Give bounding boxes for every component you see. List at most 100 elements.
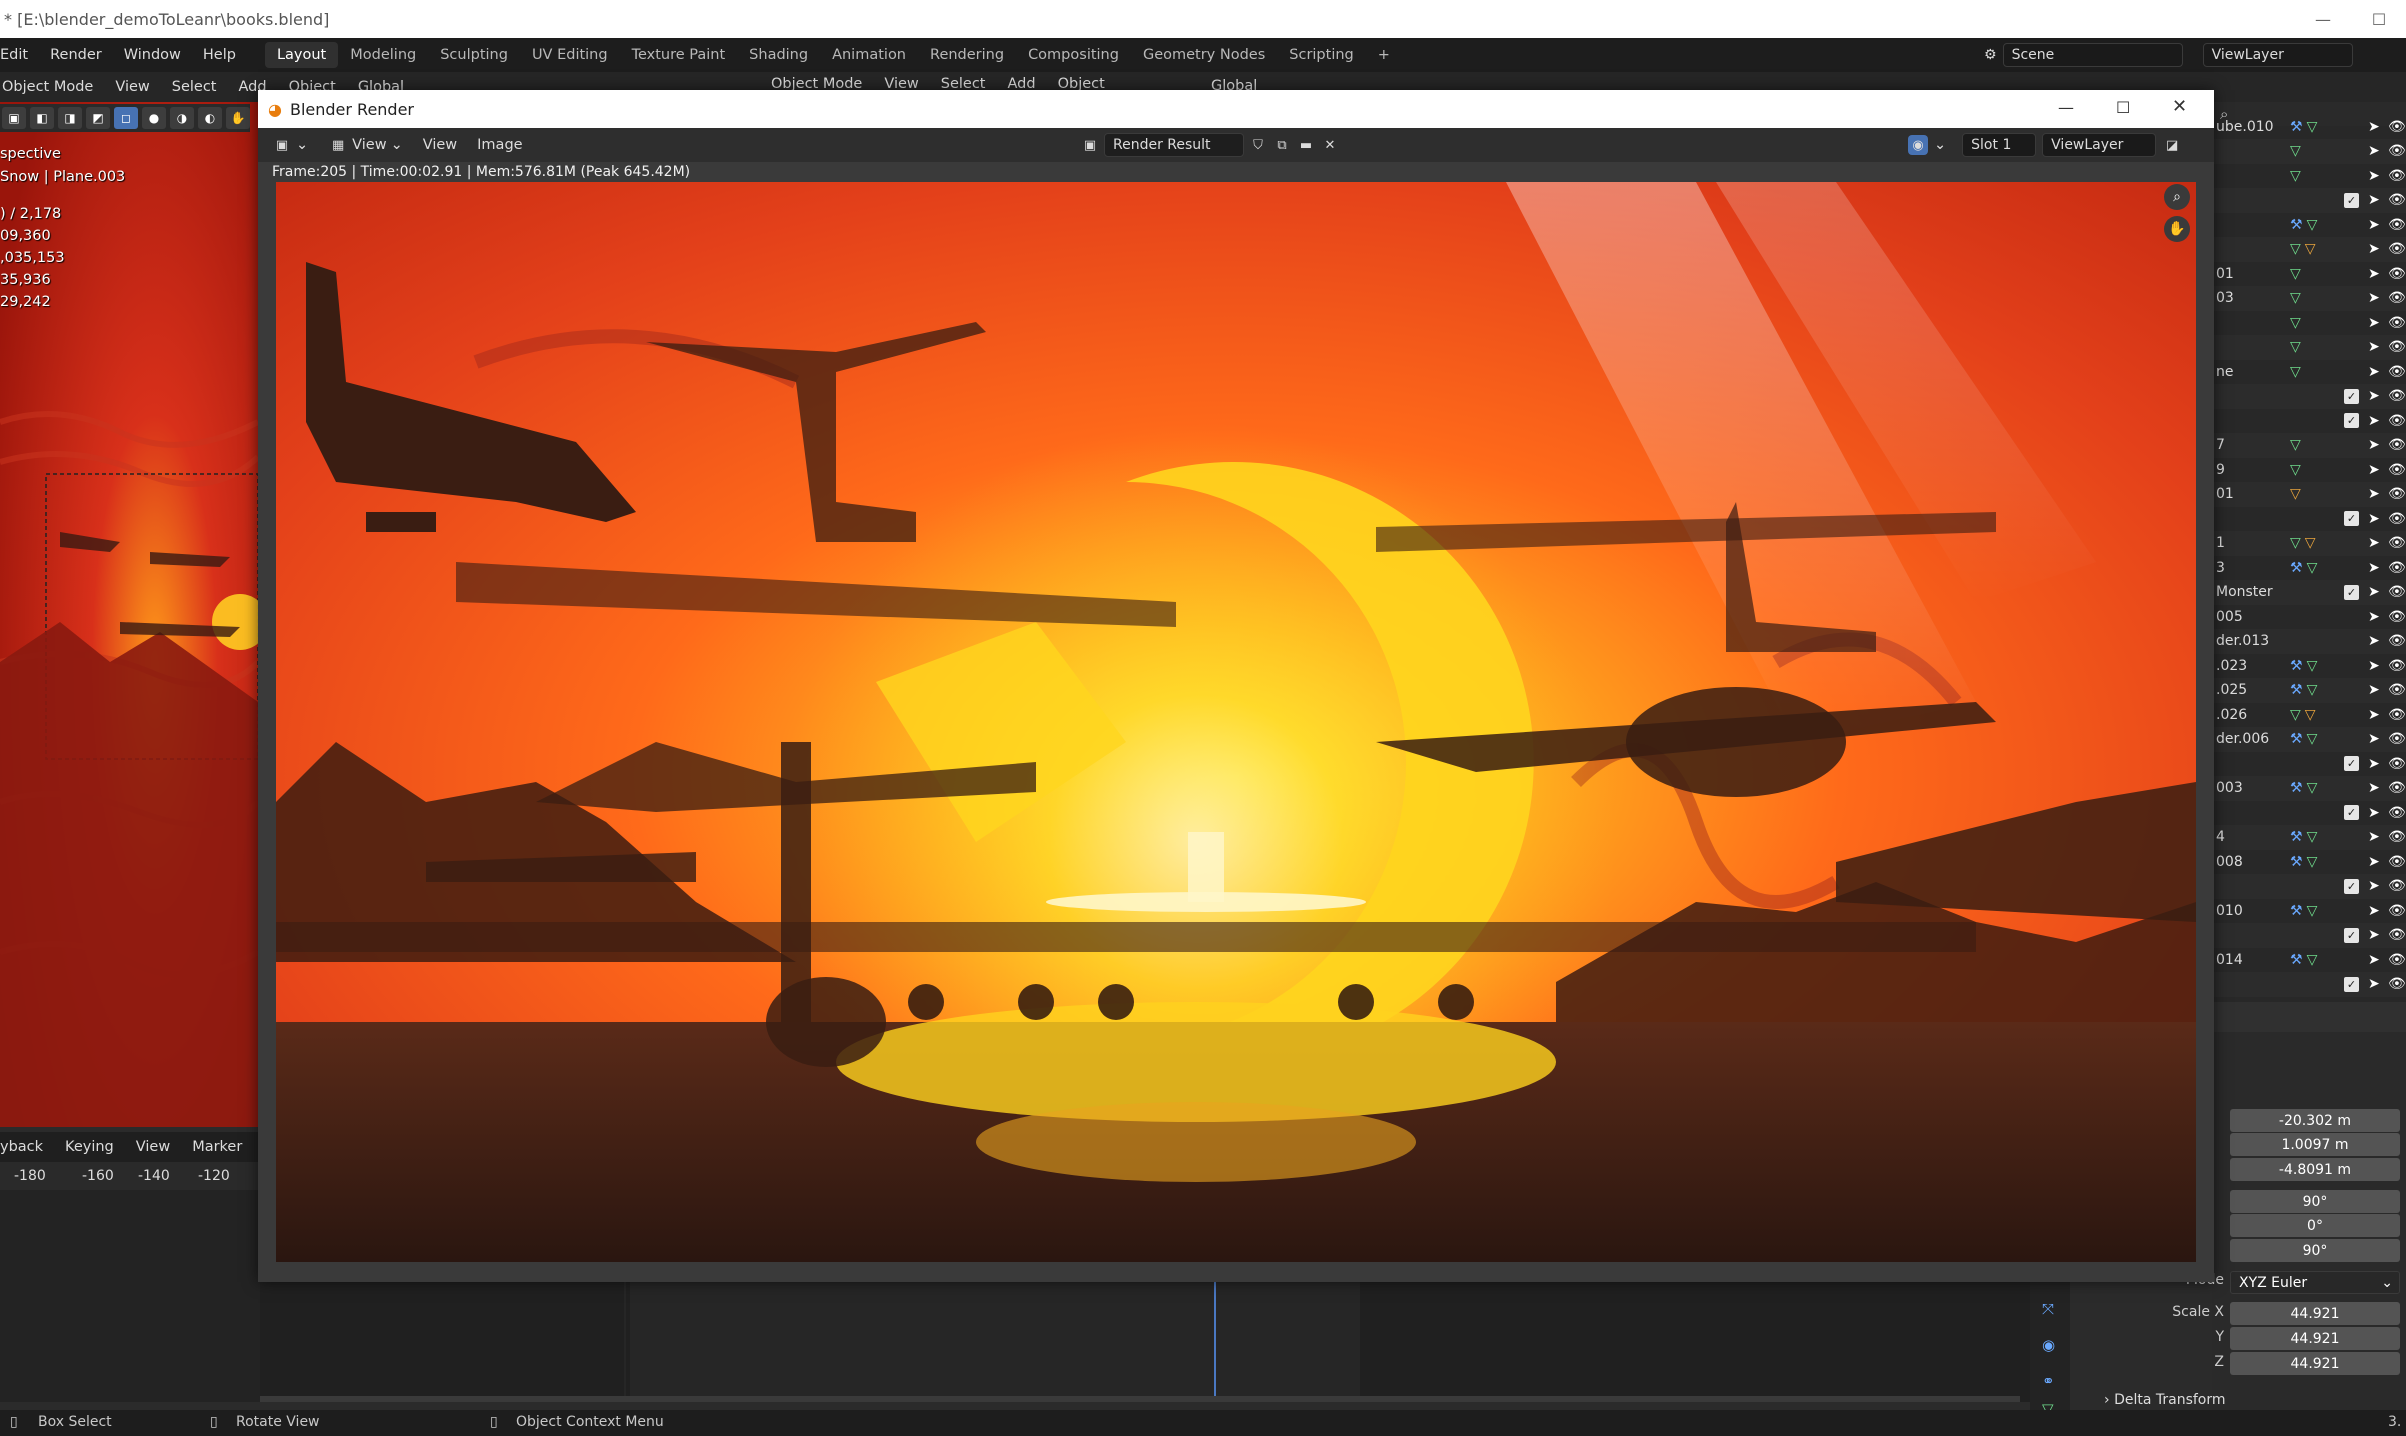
scale-x-field[interactable]: 44.921 [2230,1302,2400,1325]
outliner-row[interactable]: ▽ ➤ 👁 [2212,163,2406,188]
visibility-eye-icon[interactable]: 👁 [2388,315,2406,331]
mesh-data-icon[interactable]: ▽ [2307,952,2318,968]
visibility-eye-icon[interactable]: 👁 [2388,290,2406,306]
render-viewlayer-select[interactable]: ViewLayer [2042,133,2157,157]
select-extend-icon[interactable]: ◧ [30,107,54,129]
header-menu-view[interactable]: View [413,137,467,153]
mesh-data-icon[interactable]: ▽ [2307,119,2318,135]
outliner-row[interactable]: 01 ▽ ➤ 👁 [2212,261,2406,286]
outliner-row[interactable]: .026 ▽ ▽ ➤ 👁 [2212,702,2406,727]
close-icon[interactable]: ✕ [2172,96,2187,117]
material-icon[interactable]: ▽ [2305,241,2316,257]
collection-checkbox[interactable]: ✓ [2344,413,2359,428]
tab-shading[interactable]: Shading [737,42,820,68]
wireframe-shading-icon[interactable]: ◻ [114,107,138,129]
material-shading-icon[interactable]: ◑ [170,107,194,129]
visibility-eye-icon[interactable]: 👁 [2388,560,2406,576]
material-icon[interactable]: ▽ [2305,707,2316,723]
visibility-eye-icon[interactable]: 👁 [2388,241,2406,257]
maximize-icon[interactable]: ☐ [2116,98,2130,117]
open-image-icon[interactable]: ▬ [1296,135,1316,155]
selectable-arrow-icon[interactable]: ➤ [2368,143,2380,159]
tab-layout[interactable]: Layout [264,42,339,68]
rotation-mode-select[interactable]: XYZ Euler ⌄ [2230,1271,2400,1294]
vp-menu-view[interactable]: View [104,79,160,95]
visibility-eye-icon[interactable]: 👁 [2388,217,2406,233]
outliner-row[interactable]: ▽ ➤ 👁 [2212,310,2406,335]
material-icon[interactable]: ▽ [2305,535,2316,551]
selectable-arrow-icon[interactable]: ➤ [2368,854,2380,870]
visibility-eye-icon[interactable]: 👁 [2388,829,2406,845]
selectable-arrow-icon[interactable]: ➤ [2368,486,2380,502]
collection-checkbox[interactable]: ✓ [2344,878,2359,894]
tab-modeling[interactable]: Modeling [338,42,428,68]
tab-sculpting[interactable]: Sculpting [428,42,520,68]
mode-selector[interactable]: Object Mode [0,79,104,95]
mesh-data-icon[interactable]: ▽ [2290,339,2301,355]
selectable-arrow-icon[interactable]: ➤ [2368,756,2380,772]
collection-checkbox[interactable]: ✓ [2344,584,2359,600]
new-image-icon[interactable]: ⧉ [1272,135,1292,155]
outliner-row[interactable]: ▽ ➤ 👁 [2212,138,2406,164]
modifier-icon[interactable]: ⚒ [2290,119,2303,135]
visibility-eye-icon[interactable]: 👁 [2388,168,2406,184]
visibility-eye-icon[interactable]: 👁 [2388,143,2406,159]
outliner-row[interactable]: 008 ⚒ ▽ ➤ 👁 [2212,849,2406,874]
view-mode-select[interactable]: ▦ View ⌄ [318,135,413,155]
outliner-row[interactable]: ✓ ➤ 👁 [2212,187,2406,213]
render-result-image[interactable]: ⌕ ✋ [276,182,2196,1262]
visibility-eye-icon[interactable]: 👁 [2388,903,2406,919]
visibility-eye-icon[interactable]: 👁 [2388,388,2406,404]
tab-animation[interactable]: Animation [820,42,918,68]
collection-checkbox[interactable]: ✓ [2344,805,2359,820]
selectable-arrow-icon[interactable]: ➤ [2368,511,2380,527]
menu-edit[interactable]: Edit [0,47,39,63]
selectable-arrow-icon[interactable]: ➤ [2368,388,2380,404]
maximize-button[interactable]: ☐ [2356,0,2402,38]
fake-user-icon[interactable]: ⛉ [1248,135,1268,155]
selectable-arrow-icon[interactable]: ➤ [2368,584,2380,600]
selectable-arrow-icon[interactable]: ➤ [2368,535,2380,551]
collection-checkbox[interactable]: ✓ [2344,192,2359,208]
modifier-icon[interactable]: ⚒ [2290,731,2303,747]
visibility-eye-icon[interactable]: 👁 [2388,119,2406,135]
outliner-row[interactable]: ne ▽ ➤ 👁 [2212,359,2406,384]
visibility-eye-icon[interactable]: 👁 [2388,976,2406,992]
modifier-icon[interactable]: ⚒ [2290,903,2303,919]
outliner-row[interactable]: ✓ ➤ 👁 [2212,873,2406,899]
visibility-eye-icon[interactable]: 👁 [2388,878,2406,894]
modifier-icon[interactable]: ⚒ [2290,682,2303,698]
selectable-arrow-icon[interactable]: ➤ [2368,633,2380,649]
location-x-field[interactable]: -20.302 m [2230,1109,2400,1132]
visibility-eye-icon[interactable]: 👁 [2388,437,2406,453]
editor-type-button[interactable]: ▣ ⌄ [258,135,318,155]
selectable-arrow-icon[interactable]: ➤ [2368,192,2380,208]
mesh-data-icon[interactable]: ▽ [2307,854,2318,870]
outliner-row[interactable]: 014 ⚒ ▽ ➤ 👁 [2212,947,2406,972]
selectable-arrow-icon[interactable]: ➤ [2368,315,2380,331]
visibility-eye-icon[interactable]: 👁 [2388,339,2406,355]
minimize-icon[interactable]: — [2058,98,2074,117]
selectable-arrow-icon[interactable]: ➤ [2368,805,2380,821]
collection-checkbox[interactable]: ✓ [2344,756,2359,771]
tab-scripting[interactable]: Scripting [1277,42,1365,68]
unlink-icon[interactable]: ✕ [1320,135,1340,155]
modifier-icon[interactable]: ⚒ [2290,217,2303,233]
visibility-eye-icon[interactable]: 👁 [2388,780,2406,796]
pan-hand-icon[interactable]: ✋ [2164,216,2190,242]
add-workspace-button[interactable]: + [1366,42,1402,68]
outliner-row[interactable]: 9 ▽ ➤ 👁 [2212,457,2406,482]
location-y-field[interactable]: 1.0097 m [2230,1133,2400,1156]
slot-select[interactable]: Slot 1 [1962,133,2037,157]
tab-uv-editing[interactable]: UV Editing [520,42,620,68]
constraint-icon[interactable]: ⚭ [2042,1372,2055,1390]
visibility-eye-icon[interactable]: 👁 [2388,805,2406,821]
selectable-arrow-icon[interactable]: ➤ [2368,731,2380,747]
selectable-arrow-icon[interactable]: ➤ [2368,217,2380,233]
selectable-arrow-icon[interactable]: ➤ [2368,952,2380,968]
visibility-eye-icon[interactable]: 👁 [2388,658,2406,674]
selectable-arrow-icon[interactable]: ➤ [2368,413,2380,429]
outliner-row[interactable]: ✓ ➤ 👁 [2212,506,2406,531]
vp-menu-select[interactable]: Select [161,79,228,95]
visibility-eye-icon[interactable]: 👁 [2388,266,2406,282]
